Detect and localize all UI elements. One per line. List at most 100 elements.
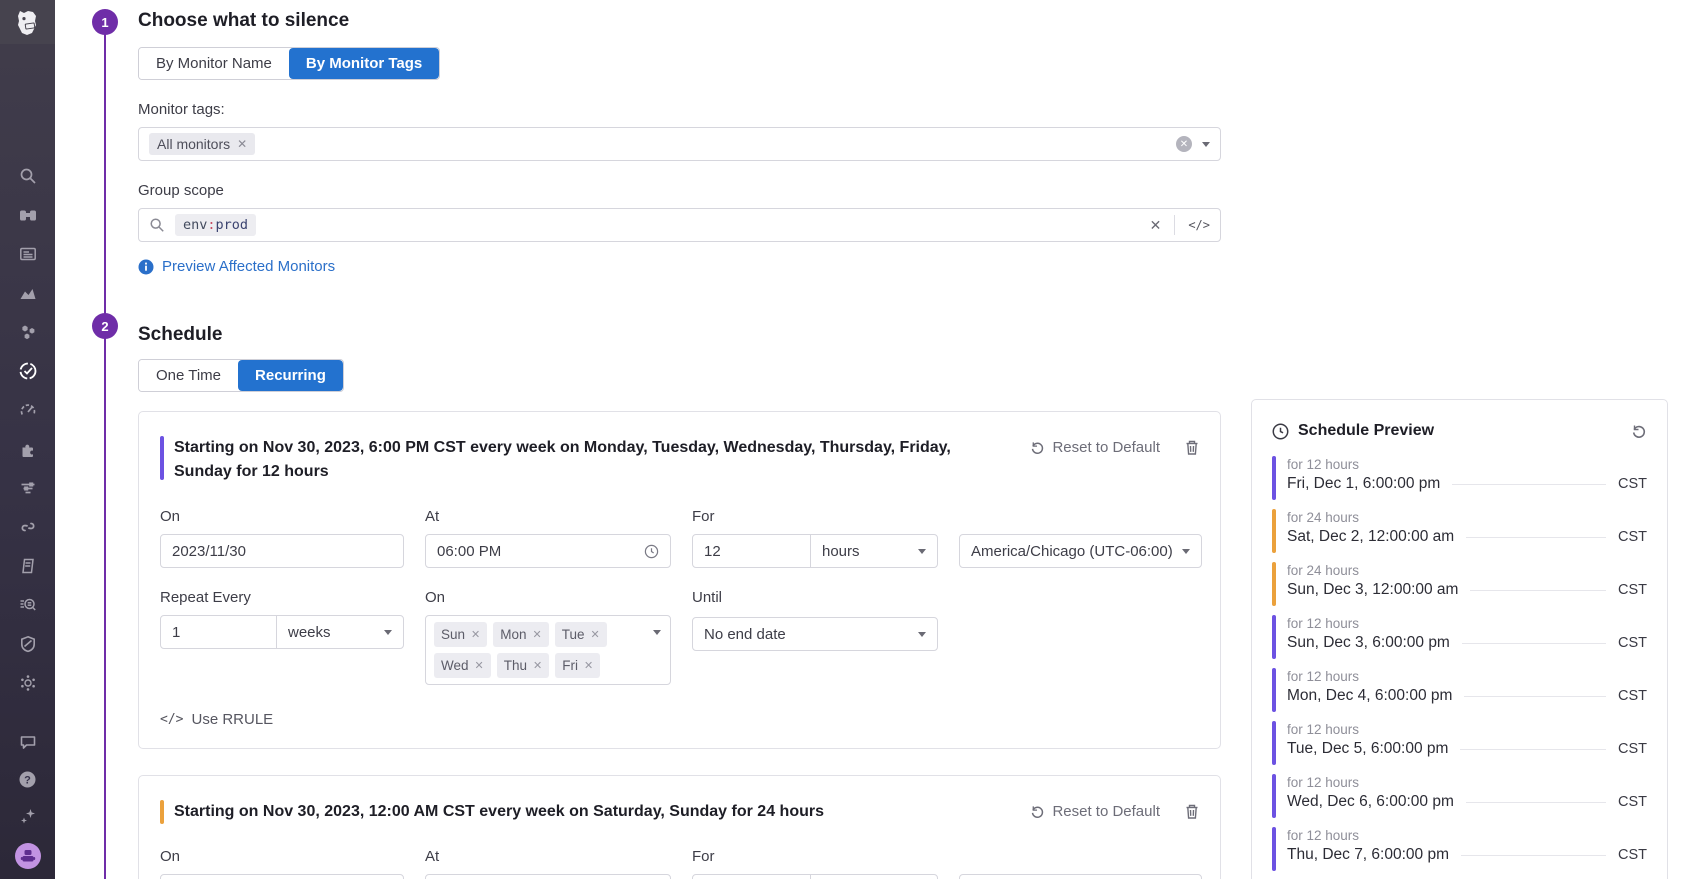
tab-by-monitor-tags[interactable]: By Monitor Tags xyxy=(289,48,439,79)
scope-query-pill: env:prod xyxy=(175,214,256,236)
reset-icon xyxy=(1030,804,1045,819)
duration-unit-select[interactable]: hours xyxy=(811,875,937,879)
use-rrule-button[interactable]: </> Use RRULE xyxy=(160,711,1200,728)
clear-scope-icon[interactable]: ✕ xyxy=(1150,217,1162,234)
at-time-input[interactable]: 06:00 PM xyxy=(425,534,671,568)
repeat-every-label: Repeat Every xyxy=(160,589,404,606)
code-icon: </> xyxy=(160,712,183,727)
divider xyxy=(1461,855,1606,856)
chevron-down-icon[interactable] xyxy=(1202,142,1210,147)
on-date-field: On 2023/11/30 xyxy=(160,508,404,568)
rule-summary: Starting on Nov 30, 2023, 12:00 AM CST e… xyxy=(174,800,824,824)
assistant-sparkles-icon[interactable] xyxy=(18,806,38,826)
duration-value-input[interactable]: 12 xyxy=(693,535,811,567)
divider xyxy=(1452,484,1606,485)
timezone-select[interactable]: America/Chicago (UTC-06:00) xyxy=(959,874,1202,879)
datadog-logo[interactable] xyxy=(0,0,55,44)
schedule-preview-item: for 12 hours Mon, Dec 4, 6:00:00 pm CST xyxy=(1272,668,1647,712)
weekdays-multiselect[interactable]: Sun✕Mon✕Tue✕Wed✕Thu✕Fri✕ xyxy=(425,615,671,685)
group-scope-label: Group scope xyxy=(138,182,1221,199)
duration-value: 12 xyxy=(704,543,721,560)
rule-accent-bar xyxy=(160,800,164,824)
refresh-preview-button[interactable] xyxy=(1631,423,1647,439)
remove-weekday-icon[interactable]: ✕ xyxy=(584,659,593,672)
search-icon[interactable] xyxy=(18,166,38,186)
help-icon[interactable]: ? xyxy=(18,769,38,789)
duration-unit-select[interactable]: hours xyxy=(811,535,937,567)
for-label: For xyxy=(692,508,938,525)
schedule-preview-title: Schedule Preview xyxy=(1298,422,1434,440)
events-news-icon[interactable] xyxy=(18,244,38,264)
weekday-label: Wed xyxy=(441,658,469,673)
chevron-down-icon xyxy=(653,630,661,635)
on-date-input[interactable]: 2023/11/30 xyxy=(160,534,404,568)
reset-to-default-button[interactable]: Reset to Default xyxy=(1030,439,1160,456)
remove-weekday-icon[interactable]: ✕ xyxy=(475,659,484,672)
preview-datetime: Sun, Dec 3, 6:00:00 pm xyxy=(1287,634,1450,652)
preview-duration: for 24 hours xyxy=(1287,510,1647,525)
watchdog-binoculars-icon[interactable] xyxy=(18,205,38,225)
until-select[interactable]: No end date xyxy=(692,617,938,651)
metrics-chart-icon[interactable] xyxy=(18,283,38,303)
recurrence-rule-card-1: Starting on Nov 30, 2023, 6:00 PM CST ev… xyxy=(138,411,1221,749)
remove-weekday-icon[interactable]: ✕ xyxy=(471,628,480,641)
preview-affected-monitors-link[interactable]: Preview Affected Monitors xyxy=(138,258,1221,275)
monitor-tag-chip-label: All monitors xyxy=(157,136,230,152)
tab-one-time[interactable]: One Time xyxy=(139,360,238,391)
security-shield-icon[interactable] xyxy=(18,634,38,654)
preview-duration: for 24 hours xyxy=(1287,563,1647,578)
preview-accent-bar xyxy=(1272,668,1276,712)
notebooks-book-icon[interactable] xyxy=(18,556,38,576)
code-view-icon[interactable]: </> xyxy=(1188,218,1210,232)
logs-search-icon[interactable] xyxy=(18,595,38,615)
remove-weekday-icon[interactable]: ✕ xyxy=(533,628,542,641)
on-date-field: On 2023/11/30 xyxy=(160,848,404,879)
preview-accent-bar xyxy=(1272,509,1276,553)
step-2-title: Schedule xyxy=(138,324,1221,346)
apm-link-icon[interactable] xyxy=(18,517,38,537)
until-field: Until No end date xyxy=(692,589,938,685)
divider xyxy=(1460,749,1606,750)
duration-field: For 24 hours xyxy=(692,848,938,879)
org-network-icon[interactable] xyxy=(18,673,38,693)
pipelines-icon[interactable] xyxy=(18,478,38,498)
timezone-field: tz America/Chicago (UTC-06:00) xyxy=(959,848,1202,879)
remove-tag-icon[interactable]: ✕ xyxy=(237,137,247,151)
processes-cluster-icon[interactable] xyxy=(18,322,38,342)
repeat-unit-select[interactable]: weeks xyxy=(277,616,403,648)
tab-recurring[interactable]: Recurring xyxy=(238,360,343,391)
remove-weekday-icon[interactable]: ✕ xyxy=(533,659,542,672)
chat-bubble-icon[interactable] xyxy=(18,732,38,752)
preview-duration: for 12 hours xyxy=(1287,828,1647,843)
reset-icon xyxy=(1030,440,1045,455)
reset-label: Reset to Default xyxy=(1052,439,1160,456)
monitor-tags-input[interactable]: All monitors ✕ ✕ xyxy=(138,127,1221,161)
group-scope-input[interactable]: env:prod ✕ </> xyxy=(138,208,1221,242)
preview-timezone: CST xyxy=(1618,476,1647,492)
at-time-input[interactable]: 12:00 AM xyxy=(425,874,671,879)
repeat-days-field: On Sun✕Mon✕Tue✕Wed✕Thu✕Fri✕ xyxy=(425,589,671,685)
trash-icon xyxy=(1184,803,1200,820)
user-avatar[interactable] xyxy=(15,843,41,869)
timezone-select[interactable]: America/Chicago (UTC-06:00) xyxy=(959,534,1202,568)
repeat-interval-input[interactable]: 1 xyxy=(161,616,277,648)
weekday-chip: Thu✕ xyxy=(497,653,549,678)
preview-timezone: CST xyxy=(1618,582,1647,598)
divider xyxy=(1464,696,1606,697)
integrations-puzzle-icon[interactable] xyxy=(18,439,38,459)
remove-weekday-icon[interactable]: ✕ xyxy=(591,628,600,641)
dashboards-gauge-icon[interactable] xyxy=(18,400,38,420)
duration-value-input[interactable]: 24 xyxy=(693,875,811,879)
step-1-badge: 1 xyxy=(92,9,118,35)
tab-by-monitor-name[interactable]: By Monitor Name xyxy=(139,48,289,79)
clear-all-icon[interactable]: ✕ xyxy=(1176,136,1192,152)
reset-to-default-button[interactable]: Reset to Default xyxy=(1030,803,1160,820)
monitors-icon[interactable] xyxy=(18,361,38,381)
reset-label: Reset to Default xyxy=(1052,803,1160,820)
delete-rule-button[interactable] xyxy=(1184,439,1200,456)
on-date-input[interactable]: 2023/11/30 xyxy=(160,874,404,879)
delete-rule-button[interactable] xyxy=(1184,803,1200,820)
preview-accent-bar xyxy=(1272,827,1276,871)
preview-timezone: CST xyxy=(1618,741,1647,757)
repeat-on-label: On xyxy=(425,589,671,606)
